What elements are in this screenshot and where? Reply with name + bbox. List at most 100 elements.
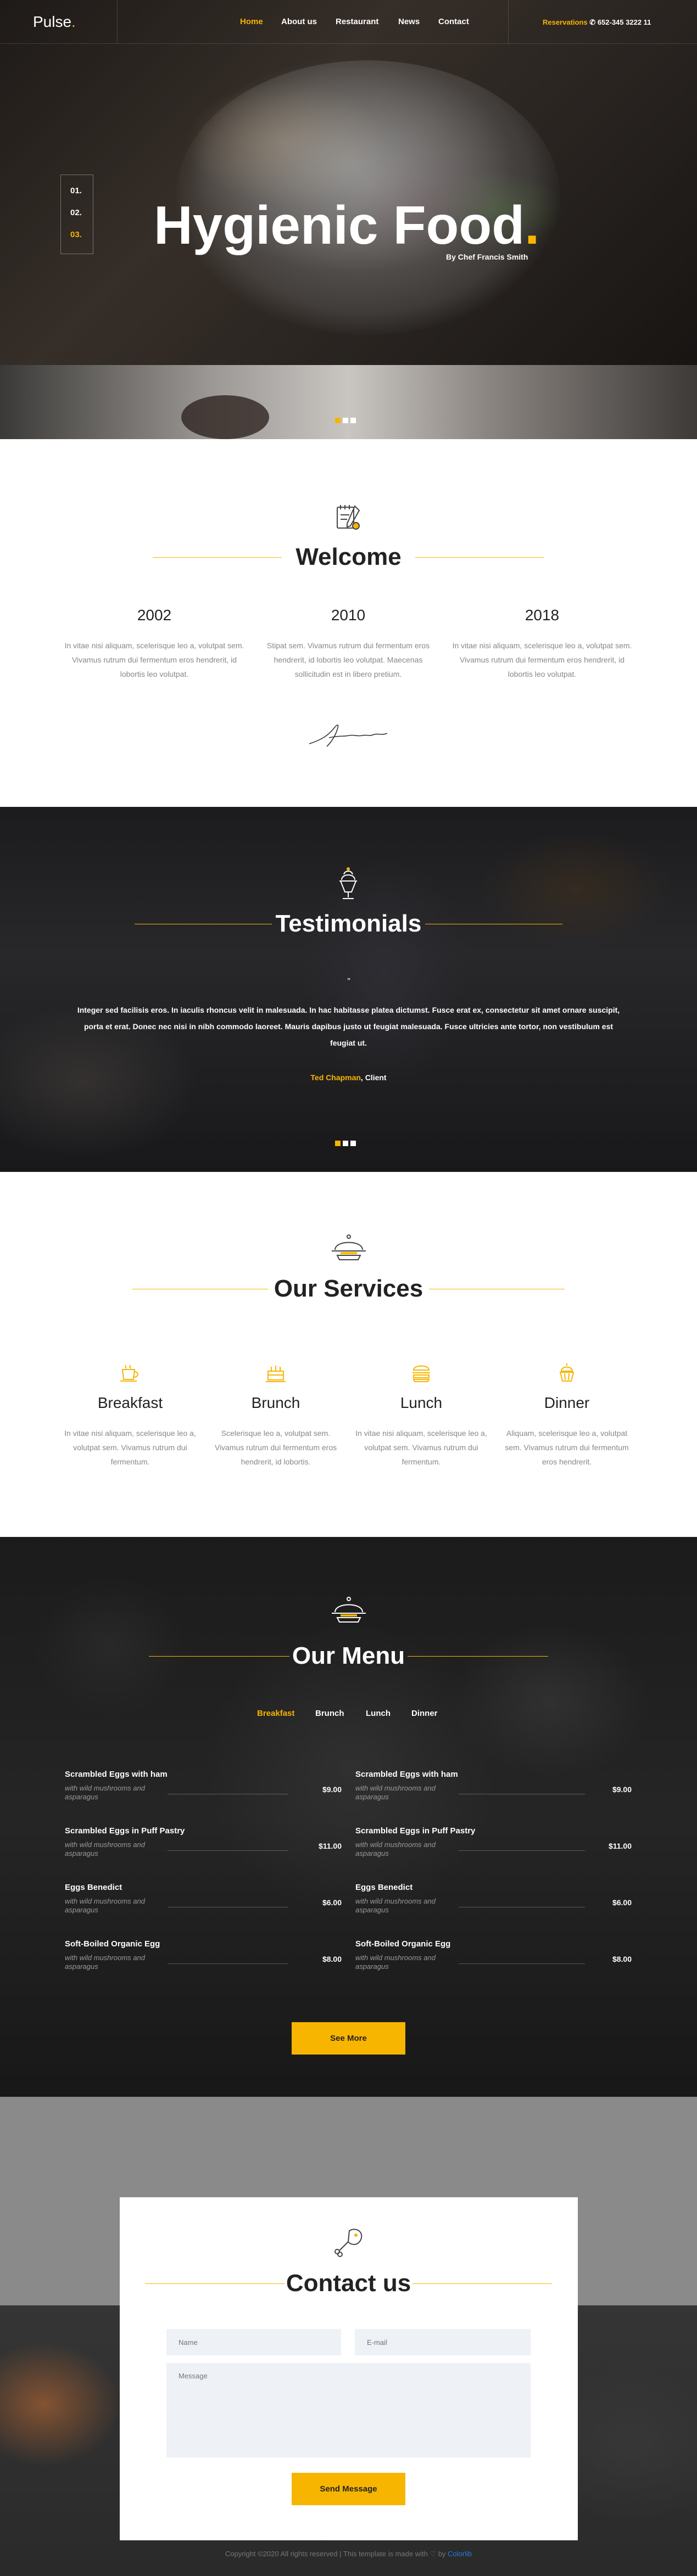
menu-item-description: with wild mushrooms and asparagus — [65, 1954, 145, 1971]
author-role: , Client — [360, 1073, 387, 1082]
menu-tab-brunch[interactable]: Brunch — [315, 1709, 344, 1720]
service-title: Brunch — [251, 1394, 300, 1411]
menu-item-description: with wild mushrooms and asparagus — [65, 1784, 145, 1801]
top-navigation: Pulse. Home About us Restaurant News Con… — [0, 0, 697, 44]
menu-item-leader — [168, 1850, 288, 1851]
colorlib-link[interactable]: Colorlib — [448, 2550, 472, 2558]
serving-dish-icon — [332, 1597, 366, 1623]
menu-tab-breakfast[interactable]: Breakfast — [257, 1709, 294, 1720]
services-title: Our Services — [274, 1275, 423, 1302]
menu-title: Our Menu — [292, 1642, 405, 1669]
title-rule-left — [153, 557, 282, 558]
copyright-text: Copyright ©2020 All rights reserved | Th… — [225, 2550, 448, 2558]
nav-item-news[interactable]: News — [398, 15, 420, 29]
quote-mark-icon: ” — [347, 977, 350, 986]
nav-divider — [117, 0, 118, 44]
slider-dot[interactable] — [350, 418, 356, 423]
title-rule-right — [412, 2283, 552, 2284]
slider-dot[interactable] — [335, 1141, 341, 1146]
testimonial-slider-dots — [335, 1139, 363, 1146]
service-description: In vitae nisi aliquam, scelerisque leo a… — [64, 1429, 196, 1466]
menu-tab-dinner[interactable]: Dinner — [411, 1709, 438, 1720]
menu-item-price: $11.00 — [318, 1842, 342, 1850]
menu-item-name: Soft-Boiled Organic Egg — [65, 1939, 160, 1949]
menu-item-name: Soft-Boiled Organic Egg — [355, 1939, 451, 1949]
menu-item-name: Scrambled Eggs in Puff Pastry — [355, 1826, 476, 1836]
see-more-button[interactable]: See More — [292, 2022, 405, 2055]
menu-item-leader — [459, 1850, 585, 1851]
slide-number-1[interactable]: 01. — [70, 186, 87, 197]
slide-number-3[interactable]: 03. — [70, 230, 87, 241]
year-description: In vitae nisi aliquam, scelerisque leo a… — [64, 641, 244, 678]
hero-secondary-dish — [181, 395, 269, 439]
copyright: Copyright ©2020 All rights reserved | Th… — [143, 2550, 554, 2561]
hero-title: Hygienic Food. — [154, 195, 539, 255]
year-heading: 2018 — [525, 607, 560, 624]
menu-item-leader — [168, 1963, 288, 1964]
name-field[interactable] — [166, 2329, 341, 2355]
testimonial-author: Ted Chapman, Client — [236, 1073, 461, 1085]
hero-overlay — [0, 0, 697, 365]
email-field[interactable] — [355, 2329, 531, 2355]
menu-item-description: with wild mushrooms and asparagus — [65, 1897, 145, 1914]
cake-icon — [266, 1366, 286, 1382]
nav-item-restaurant[interactable]: Restaurant — [336, 15, 378, 29]
contact-title: Contact us — [286, 2270, 411, 2297]
message-field[interactable] — [166, 2363, 531, 2457]
menu-item-description: with wild mushrooms and asparagus — [355, 1897, 436, 1914]
menu-tab-lunch[interactable]: Lunch — [366, 1709, 391, 1720]
hero-secondary-image — [0, 365, 697, 439]
service-title: Lunch — [400, 1394, 443, 1411]
menu-item-name: Scrambled Eggs with ham — [355, 1770, 458, 1779]
coffee-cup-icon — [120, 1365, 138, 1382]
logo-dot: . — [71, 13, 76, 30]
menu-item-price: $6.00 — [612, 1898, 632, 1907]
slide-number-list: 01. 02. 03. — [60, 175, 93, 254]
menu-item-name: Eggs Benedict — [65, 1883, 122, 1892]
service-title: Breakfast — [97, 1394, 163, 1411]
reservations-label: Reservations — [543, 18, 588, 26]
title-rule-left — [145, 2283, 285, 2284]
logo-text: Pulse — [33, 13, 72, 30]
title-rule-left — [149, 1656, 289, 1657]
service-description: Aliquam, scelerisque leo a, volutpat sem… — [505, 1429, 629, 1466]
hero-title-text: Hygienic Food — [154, 195, 525, 255]
burger-icon — [412, 1365, 430, 1382]
testimonials-section — [0, 807, 697, 1172]
hero-subtitle: By Chef Francis Smith — [446, 252, 528, 261]
service-title: Dinner — [544, 1394, 590, 1411]
menu-item-price: $9.00 — [612, 1785, 632, 1794]
author-name: Ted Chapman — [310, 1073, 361, 1082]
menu-item-name: Eggs Benedict — [355, 1883, 413, 1892]
menu-item-price: $11.00 — [608, 1842, 632, 1850]
slider-dot[interactable] — [343, 418, 348, 423]
reservations-link[interactable]: Reservations ✆ 652-345 3222 11 — [543, 16, 651, 29]
logo[interactable]: Pulse. — [33, 11, 115, 33]
welcome-title: Welcome — [295, 543, 402, 570]
year-description: In vitae nisi aliquam, scelerisque leo a… — [452, 641, 632, 678]
slider-dot[interactable] — [343, 1141, 348, 1146]
send-message-button[interactable]: Send Message — [292, 2473, 405, 2505]
menu-item-description: with wild mushrooms and asparagus — [65, 1840, 145, 1857]
chicken-leg-icon — [334, 2229, 363, 2257]
nav-item-home[interactable]: Home — [240, 15, 263, 29]
slider-dot[interactable] — [350, 1141, 356, 1146]
year-description: Stipat sem. Vivamus rutrum dui fermentum… — [266, 641, 430, 678]
menu-item-price: $8.00 — [322, 1955, 342, 1963]
menu-item-price: $6.00 — [322, 1898, 342, 1907]
notepad-pencil-icon — [337, 505, 360, 530]
hero-slider-dots — [335, 416, 363, 423]
menu-item-leader — [459, 1963, 585, 1964]
slide-number-2[interactable]: 02. — [70, 208, 87, 219]
nav-divider — [508, 0, 509, 44]
nav-item-about-us[interactable]: About us — [281, 15, 317, 29]
testimonials-overlay — [0, 807, 697, 1172]
serving-dish-icon — [332, 1234, 366, 1260]
slider-dot[interactable] — [335, 418, 341, 423]
title-rule-right — [408, 1656, 548, 1657]
testimonial-quote: Integer sed facilisis eros. In iaculis r… — [77, 1006, 620, 1047]
year-heading: 2002 — [137, 607, 172, 624]
menu-item-name: Scrambled Eggs in Puff Pastry — [65, 1826, 185, 1836]
nav-item-contact[interactable]: Contact — [438, 15, 469, 29]
service-description: In vitae nisi aliquam, scelerisque leo a… — [355, 1429, 487, 1466]
